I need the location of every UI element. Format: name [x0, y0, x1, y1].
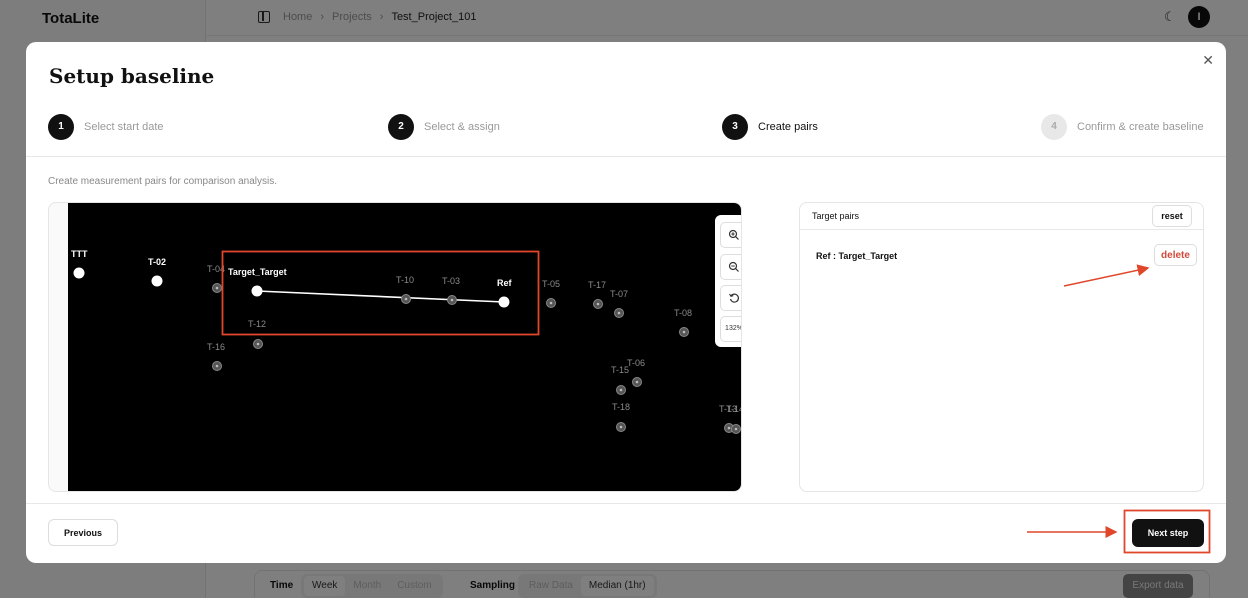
- map-point-center: [727, 426, 731, 430]
- modal-description: Create measurement pairs for comparison …: [48, 176, 277, 187]
- map-point-center: [450, 298, 454, 302]
- step-label: Select start date: [84, 121, 164, 133]
- map-point-center: [215, 286, 219, 290]
- pairs-header: Target pairs reset: [800, 203, 1203, 230]
- map-point-label: T-06: [627, 358, 645, 368]
- map-point-center: [734, 427, 738, 431]
- map-point-label: T-16: [207, 342, 225, 352]
- step-4: 4 Confirm & create baseline: [1041, 114, 1204, 140]
- step-3[interactable]: 3 Create pairs: [722, 114, 818, 140]
- map-point-center: [404, 297, 408, 301]
- pair-item-label: Ref : Target_Target: [816, 251, 898, 261]
- step-1[interactable]: 1 Select start date: [48, 114, 164, 140]
- map-point-center: [617, 311, 621, 315]
- map-point[interactable]: [498, 296, 510, 308]
- target-pairs-panel: Target pairs reset Ref : Target_Target d…: [799, 202, 1204, 492]
- points-map[interactable]: TTT T-02 T-04 Target_Target T-10 T-03 Ref T-12 T…: [68, 203, 742, 492]
- reset-button[interactable]: reset: [1152, 205, 1192, 227]
- map-point-label: Ref: [497, 278, 513, 288]
- map-point[interactable]: [73, 267, 85, 279]
- step-label: Create pairs: [758, 121, 818, 133]
- map-point-label: Target_Target: [228, 267, 287, 277]
- map-point-center: [215, 364, 219, 368]
- map-point-label: T-17: [588, 280, 606, 290]
- step-label: Confirm & create baseline: [1077, 121, 1204, 133]
- previous-button[interactable]: Previous: [48, 519, 118, 546]
- map-point-label: T-04: [207, 264, 225, 274]
- step-number: 3: [722, 114, 748, 140]
- map-point-label: T-05: [542, 279, 560, 289]
- map-point-label: T-07: [610, 289, 628, 299]
- pair-line: [256, 290, 505, 303]
- map-point-label: T-08: [674, 308, 692, 318]
- map-point[interactable]: [151, 275, 163, 287]
- map-panel: TTT T-02 T-04 Target_Target T-10 T-03 Ref T-12 T…: [48, 202, 742, 492]
- step-2[interactable]: 2 Select & assign: [388, 114, 500, 140]
- pairs-title: Target pairs: [812, 211, 860, 221]
- stepper: 1 Select start date 2 Select & assign 3 …: [26, 114, 1226, 142]
- map-point-center: [635, 380, 639, 384]
- map-point-center: [596, 302, 600, 306]
- map-canvas[interactable]: TTT T-02 T-04 Target_Target T-10 T-03 Ref T-12 T…: [68, 203, 742, 492]
- map-point-center: [549, 301, 553, 305]
- step-label: Select & assign: [424, 121, 500, 133]
- zoom-level: 132%: [720, 316, 741, 342]
- map-point-label: T-10: [396, 275, 414, 285]
- next-step-button[interactable]: Next step: [1132, 519, 1204, 547]
- setup-baseline-modal: ✕ Setup baseline 1 Select start date 2 S…: [26, 42, 1226, 563]
- map-point[interactable]: [251, 285, 263, 297]
- map-controls: 132%: [715, 215, 741, 347]
- map-point-center: [256, 342, 260, 346]
- delete-pair-button[interactable]: delete: [1154, 244, 1197, 266]
- map-point-label: T-14: [726, 404, 742, 414]
- map-point-center: [682, 330, 686, 334]
- map-point-label: T-12: [248, 319, 266, 329]
- map-point-label: TTT: [71, 249, 88, 259]
- map-point-center: [619, 425, 623, 429]
- divider: [26, 156, 1226, 157]
- map-point-label: T-03: [442, 276, 460, 286]
- map-point-label: T-18: [612, 402, 630, 412]
- map-point-label: T-15: [611, 365, 629, 375]
- divider: [26, 503, 1226, 504]
- zoom-in-icon[interactable]: [720, 222, 741, 248]
- reset-view-icon[interactable]: [720, 285, 741, 311]
- map-point-label: T-02: [148, 257, 166, 267]
- modal-title: Setup baseline: [49, 64, 215, 88]
- step-number: 1: [48, 114, 74, 140]
- step-number: 2: [388, 114, 414, 140]
- step-number: 4: [1041, 114, 1067, 140]
- map-point-center: [619, 388, 623, 392]
- close-icon[interactable]: ✕: [1202, 52, 1214, 69]
- zoom-out-icon[interactable]: [720, 254, 741, 280]
